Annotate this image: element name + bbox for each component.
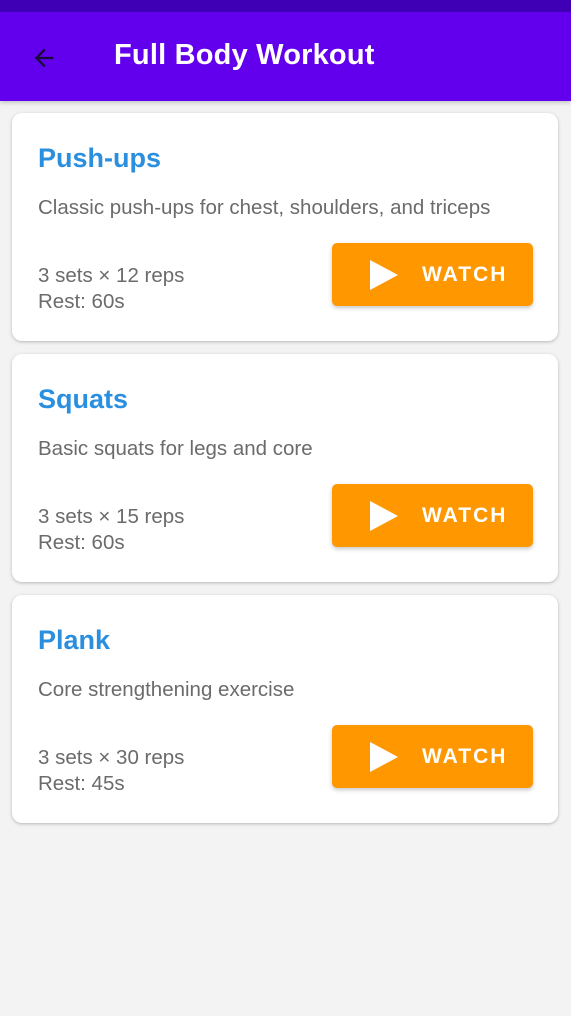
exercise-title: Squats xyxy=(38,384,129,414)
exercise-sets: 3 sets × 12 reps xyxy=(38,264,185,287)
play-icon xyxy=(370,501,398,531)
watch-button[interactable]: WATCH xyxy=(332,484,533,547)
back-button[interactable] xyxy=(24,38,64,78)
watch-button-label: WATCH xyxy=(422,504,508,527)
exercise-title: Plank xyxy=(38,625,111,655)
exercise-card-push-ups: Push-ups Classic push-ups for chest, sho… xyxy=(12,113,558,341)
watch-button-label: WATCH xyxy=(422,745,508,768)
watch-button[interactable]: WATCH xyxy=(332,725,533,788)
exercise-sets: 3 sets × 30 reps xyxy=(38,746,185,769)
app-bar: Full Body Workout xyxy=(0,12,571,101)
watch-button[interactable]: WATCH xyxy=(332,243,533,306)
play-icon xyxy=(370,742,398,772)
page-title: Full Body Workout xyxy=(114,39,375,71)
arrow-back-icon xyxy=(34,48,54,68)
exercise-list: Push-ups Classic push-ups for chest, sho… xyxy=(12,113,558,836)
exercise-rest: Rest: 60s xyxy=(38,531,125,554)
status-bar xyxy=(0,0,571,12)
exercise-title: Push-ups xyxy=(38,143,162,173)
exercise-card-plank: Plank Core strengthening exercise 3 sets… xyxy=(12,595,558,823)
exercise-description: Classic push-ups for chest, shoulders, a… xyxy=(38,196,491,219)
exercise-card-squats: Squats Basic squats for legs and core 3 … xyxy=(12,354,558,582)
play-icon xyxy=(370,260,398,290)
exercise-description: Core strengthening exercise xyxy=(38,678,295,701)
exercise-rest: Rest: 60s xyxy=(38,290,125,313)
exercise-rest: Rest: 45s xyxy=(38,772,125,795)
exercise-sets: 3 sets × 15 reps xyxy=(38,505,185,528)
exercise-description: Basic squats for legs and core xyxy=(38,437,313,460)
watch-button-label: WATCH xyxy=(422,263,508,286)
